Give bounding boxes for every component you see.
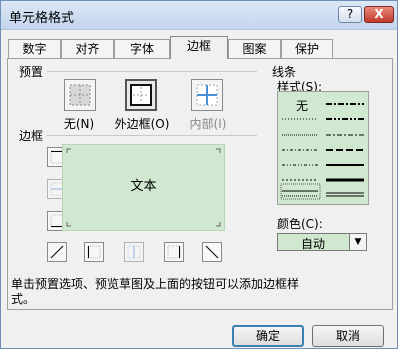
ok-button[interactable]: 确定	[232, 325, 304, 347]
preset-separator	[47, 71, 257, 72]
hint-text: 单击预置选项、预览草图及上面的按钮可以添加边框样式。	[11, 277, 300, 306]
title-bar: 单元格格式 ? X	[1, 1, 397, 30]
line-style-samples[interactable]	[278, 92, 368, 204]
color-label: 颜色(C):	[277, 217, 323, 231]
preset-outline-button[interactable]	[125, 79, 157, 111]
tab-protection[interactable]: 保护	[281, 39, 333, 58]
border-right-button[interactable]	[164, 242, 184, 262]
diagonal-up-icon	[50, 245, 64, 259]
dialog-title: 单元格格式	[9, 11, 75, 26]
border-preview[interactable]: 文本	[62, 144, 225, 231]
preset-none-button[interactable]	[64, 79, 96, 111]
border-inside-vertical-button[interactable]	[124, 242, 144, 262]
tab-font[interactable]: 字体	[114, 39, 170, 58]
preview-text: 文本	[130, 179, 157, 194]
tab-patterns[interactable]: 图案	[228, 39, 281, 58]
preset-outline-label: 外边框(O)	[114, 117, 170, 131]
preset-inside-icon	[196, 84, 218, 106]
tab-alignment[interactable]: 对齐	[61, 39, 114, 58]
border-diagonal-down-button[interactable]	[202, 242, 222, 262]
preset-none-icon	[69, 84, 91, 106]
format-cells-dialog: 单元格格式 ? X 数字 对齐 字体 边框 图案 保护 预置 无(N) 外边框(…	[0, 0, 398, 349]
border-section-label: 边框	[19, 129, 44, 143]
border-right-icon	[167, 245, 181, 259]
line-style-list[interactable]: 无	[277, 91, 369, 205]
border-left-icon	[87, 245, 101, 259]
border-inside-vertical-icon	[127, 245, 141, 259]
color-value: 自动	[300, 237, 325, 251]
preset-inside-label: 内部(I)	[189, 117, 227, 131]
cancel-button[interactable]: 取消	[312, 325, 384, 347]
preset-outline-icon	[130, 84, 152, 106]
preset-section-label: 预置	[19, 65, 44, 79]
border-separator	[47, 135, 257, 136]
help-button[interactable]: ?	[338, 6, 362, 23]
border-diagonal-up-button[interactable]	[47, 242, 67, 262]
tab-number[interactable]: 数字	[8, 39, 61, 58]
diagonal-down-icon	[205, 245, 219, 259]
tab-border[interactable]: 边框	[170, 36, 228, 59]
dropdown-arrow-icon[interactable]: ▼	[349, 234, 366, 250]
border-left-button[interactable]	[84, 242, 104, 262]
color-select[interactable]: 自动 ▼	[277, 233, 367, 251]
close-button[interactable]: X	[364, 6, 394, 23]
preset-inside-button[interactable]	[191, 79, 223, 111]
preset-none-label: 无(N)	[63, 117, 95, 131]
